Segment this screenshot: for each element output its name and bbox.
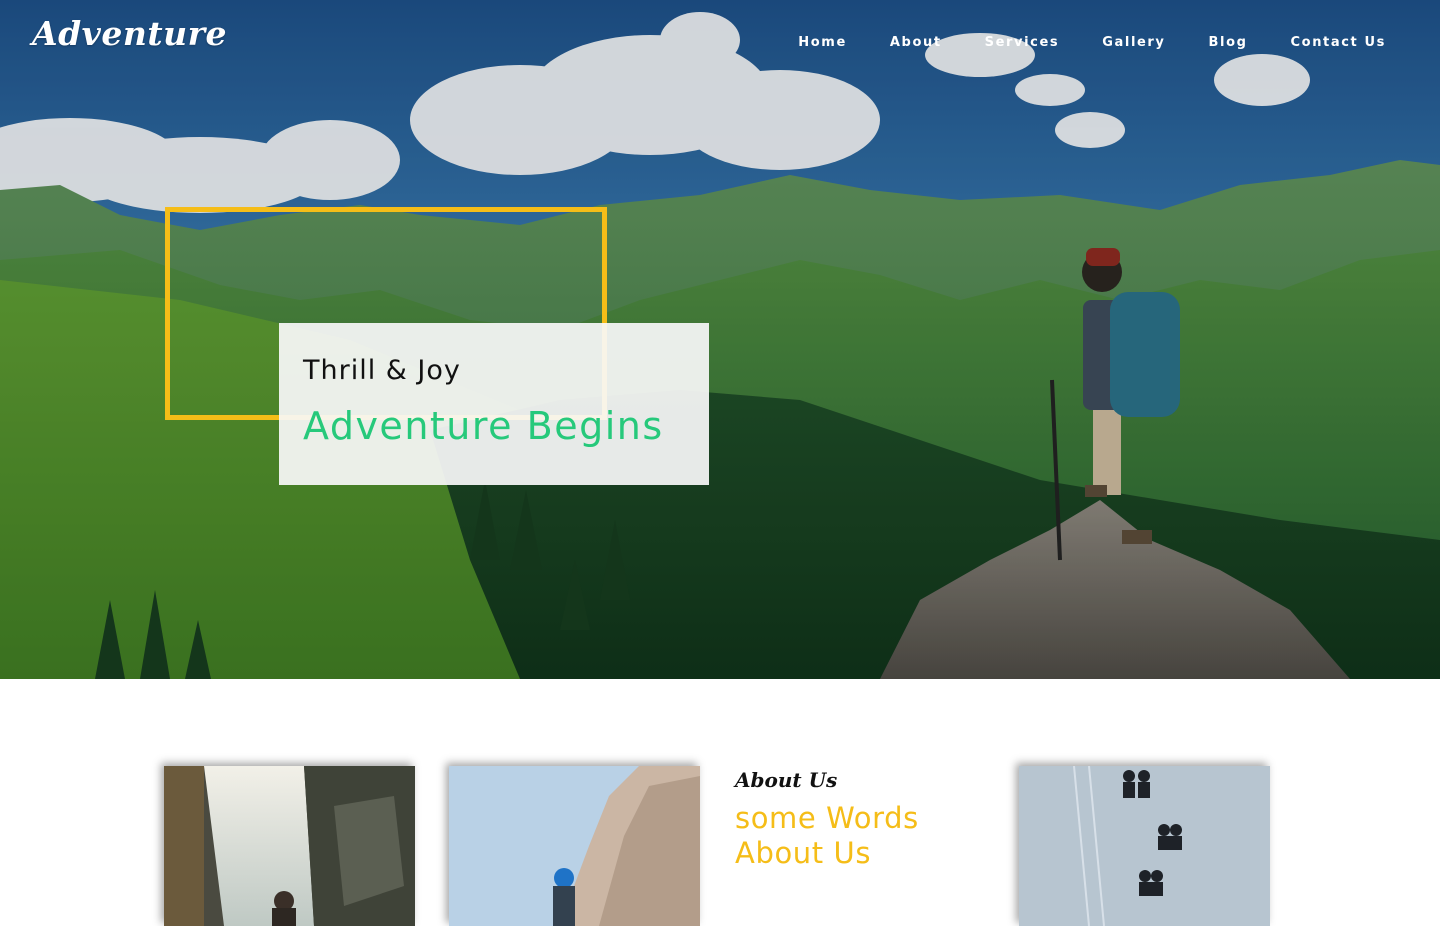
about-heading: some Words About Us	[735, 801, 985, 871]
nav-link-home[interactable]: Home	[798, 34, 847, 52]
nav-link-services[interactable]: Services	[985, 34, 1060, 52]
hero-section: Adventure Home About Services Gallery Bl…	[0, 0, 1440, 679]
site-logo[interactable]: Adventure	[32, 14, 227, 53]
nav-link-gallery[interactable]: Gallery	[1102, 34, 1165, 52]
about-intro: About Us some Words About Us	[735, 767, 985, 871]
hero-title: Adventure Begins	[303, 404, 664, 448]
about-section: About Us some Words About Us	[0, 679, 1440, 926]
nav-menu: Home About Services Gallery Blog Contact…	[755, 31, 1386, 52]
waterfall-photo	[164, 766, 415, 926]
hero-kicker-text: Thrill & Joy	[303, 355, 461, 386]
about-small-title: About Us	[735, 768, 838, 792]
rock-climber-photo	[449, 766, 700, 926]
nav-link-about[interactable]: About	[890, 34, 942, 52]
skydivers-photo	[1019, 766, 1270, 926]
nav-link-blog[interactable]: Blog	[1209, 34, 1248, 52]
about-heading-line1: some Words	[735, 801, 919, 835]
hero-banner-card: Thrill & Joy Adventure Begins	[279, 323, 709, 485]
about-heading-line2: About Us	[735, 836, 872, 870]
main-navbar: Adventure Home About Services Gallery Bl…	[0, 0, 1440, 80]
nav-link-contact-us[interactable]: Contact Us	[1291, 34, 1386, 52]
